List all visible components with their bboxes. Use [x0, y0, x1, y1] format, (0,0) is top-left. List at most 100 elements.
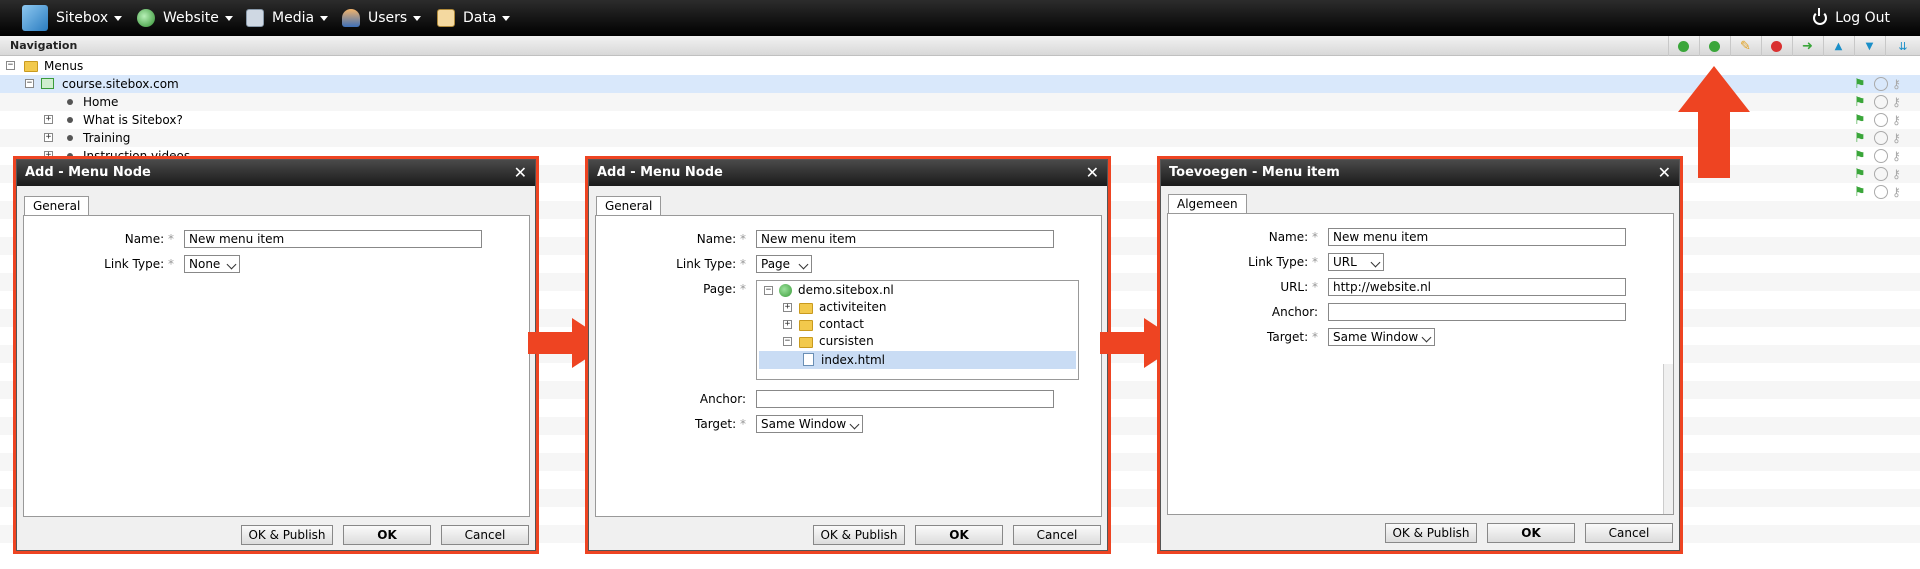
- tree-row[interactable]: Home ⚑ ⚷: [0, 93, 1920, 111]
- flag-icon[interactable]: ⚑: [1854, 149, 1868, 164]
- ok-button[interactable]: OK: [1487, 523, 1575, 543]
- chevron-down-icon: [798, 259, 809, 270]
- tab-general[interactable]: General: [596, 196, 662, 216]
- chevron-down-icon: [224, 15, 233, 21]
- key-icon[interactable]: ⚷: [1892, 113, 1906, 127]
- anchor-label: Anchor:: [699, 392, 746, 406]
- add-node-button[interactable]: [1668, 36, 1698, 56]
- folder-icon: [799, 303, 813, 314]
- expand-icon[interactable]: +: [783, 303, 792, 312]
- anchor-input[interactable]: [1328, 303, 1626, 321]
- cancel-button[interactable]: Cancel: [441, 525, 529, 545]
- logout-label: Log Out: [1835, 10, 1890, 26]
- settings-icon[interactable]: [1874, 113, 1888, 127]
- tree-row[interactable]: + What is Sitebox? ⚑ ⚷: [0, 111, 1920, 129]
- ok-publish-button[interactable]: OK & Publish: [241, 525, 333, 545]
- tab-general[interactable]: General: [24, 196, 90, 216]
- url-input[interactable]: [1328, 278, 1626, 296]
- expand-icon[interactable]: +: [44, 115, 53, 124]
- tree-row-site[interactable]: − course.sitebox.com ⚑ ⚷: [0, 75, 1920, 93]
- dialog-panel: Name: * Link Type: * None: [23, 215, 530, 517]
- ok-publish-button[interactable]: OK & Publish: [813, 525, 905, 545]
- collapse-icon[interactable]: −: [783, 337, 792, 346]
- row-actions: ⚑ ⚷: [1854, 148, 1910, 164]
- delete-button[interactable]: [1761, 36, 1791, 56]
- ok-publish-button[interactable]: OK & Publish: [1385, 523, 1477, 543]
- name-input[interactable]: [1328, 228, 1626, 246]
- name-input[interactable]: [756, 230, 1054, 248]
- flag-icon[interactable]: ⚑: [1854, 185, 1868, 200]
- name-label: Name: *: [124, 232, 174, 246]
- expand-all-button[interactable]: ⇊: [1885, 36, 1920, 56]
- target-select[interactable]: Same Window: [1328, 328, 1435, 346]
- add-menu-item-dialog: Toevoegen - Menu item ✕ Algemeen Name: *…: [1160, 159, 1680, 551]
- ok-button[interactable]: OK: [915, 525, 1003, 545]
- tab-algemeen[interactable]: Algemeen: [1168, 194, 1247, 214]
- menu-sitebox[interactable]: Sitebox: [22, 0, 123, 36]
- expand-icon[interactable]: +: [783, 320, 792, 329]
- collapse-icon[interactable]: −: [25, 79, 34, 88]
- key-icon[interactable]: ⚷: [1892, 77, 1906, 91]
- ok-button[interactable]: OK: [343, 525, 431, 545]
- target-select[interactable]: Same Window: [756, 415, 863, 433]
- key-icon[interactable]: ⚷: [1892, 95, 1906, 109]
- flag-icon[interactable]: ⚑: [1854, 167, 1868, 182]
- close-icon[interactable]: ✕: [1658, 163, 1671, 182]
- dialog-panel: Name: * Link Type: * Page Page: * − demo…: [595, 215, 1102, 517]
- tree-label[interactable]: activiteiten: [819, 300, 887, 314]
- close-icon[interactable]: ✕: [1086, 163, 1099, 182]
- settings-icon[interactable]: [1874, 185, 1888, 199]
- key-icon[interactable]: ⚷: [1892, 149, 1906, 163]
- flag-icon[interactable]: ⚑: [1854, 113, 1868, 128]
- dialog-title: Toevoegen - Menu item: [1161, 160, 1679, 186]
- row-actions: ⚑ ⚷: [1854, 94, 1910, 110]
- settings-icon[interactable]: [1874, 149, 1888, 163]
- menu-website[interactable]: Website: [137, 0, 233, 36]
- collapse-icon[interactable]: −: [764, 286, 773, 295]
- logout-button[interactable]: Log Out: [1813, 0, 1890, 36]
- menu-label: Media: [272, 10, 315, 26]
- tree-label: What is Sitebox?: [83, 113, 183, 127]
- selected-page-row[interactable]: index.html: [759, 351, 1076, 369]
- dialog-title: Add - Menu Node: [17, 160, 535, 186]
- anchor-input[interactable]: [756, 390, 1054, 408]
- link-type-select[interactable]: URL: [1328, 253, 1384, 271]
- settings-icon[interactable]: [1874, 95, 1888, 109]
- flag-icon[interactable]: ⚑: [1854, 131, 1868, 146]
- name-input[interactable]: [184, 230, 482, 248]
- page-tree[interactable]: − demo.sitebox.nl + activiteiten + conta…: [756, 280, 1079, 380]
- expand-icon[interactable]: +: [44, 133, 53, 142]
- menu-media[interactable]: Media: [246, 0, 329, 36]
- scrollbar[interactable]: [1663, 364, 1673, 514]
- settings-icon[interactable]: [1874, 77, 1888, 91]
- row-actions: ⚑ ⚷: [1854, 184, 1910, 200]
- cancel-button[interactable]: Cancel: [1585, 523, 1673, 543]
- menu-users[interactable]: Users: [342, 0, 422, 36]
- move-button[interactable]: ➜: [1792, 36, 1822, 56]
- edit-button[interactable]: ✎: [1730, 36, 1760, 56]
- key-icon[interactable]: ⚷: [1892, 131, 1906, 145]
- link-type-select[interactable]: Page: [756, 255, 812, 273]
- move-down-button[interactable]: ▼: [1854, 36, 1884, 56]
- key-icon[interactable]: ⚷: [1892, 167, 1906, 181]
- add-child-button[interactable]: [1699, 36, 1729, 56]
- arrow-down-icon: ▼: [1865, 40, 1874, 52]
- key-icon[interactable]: ⚷: [1892, 185, 1906, 199]
- tree-row-menus[interactable]: − Menus: [0, 57, 1920, 75]
- tree-row[interactable]: + Training ⚑ ⚷: [0, 129, 1920, 147]
- navigation-title: Navigation: [10, 39, 78, 52]
- close-icon[interactable]: ✕: [514, 163, 527, 182]
- flag-icon[interactable]: ⚑: [1854, 77, 1868, 92]
- tree-label[interactable]: cursisten: [819, 334, 874, 348]
- link-type-select[interactable]: None: [184, 255, 240, 273]
- tree-label[interactable]: contact: [819, 317, 864, 331]
- collapse-icon[interactable]: −: [6, 61, 15, 70]
- settings-icon[interactable]: [1874, 167, 1888, 181]
- menu-data[interactable]: Data: [437, 0, 511, 36]
- cancel-button[interactable]: Cancel: [1013, 525, 1101, 545]
- settings-icon[interactable]: [1874, 131, 1888, 145]
- menu-label: Users: [368, 10, 408, 26]
- flag-icon[interactable]: ⚑: [1854, 95, 1868, 110]
- bullet-icon: [67, 135, 73, 141]
- move-up-button[interactable]: ▲: [1823, 36, 1853, 56]
